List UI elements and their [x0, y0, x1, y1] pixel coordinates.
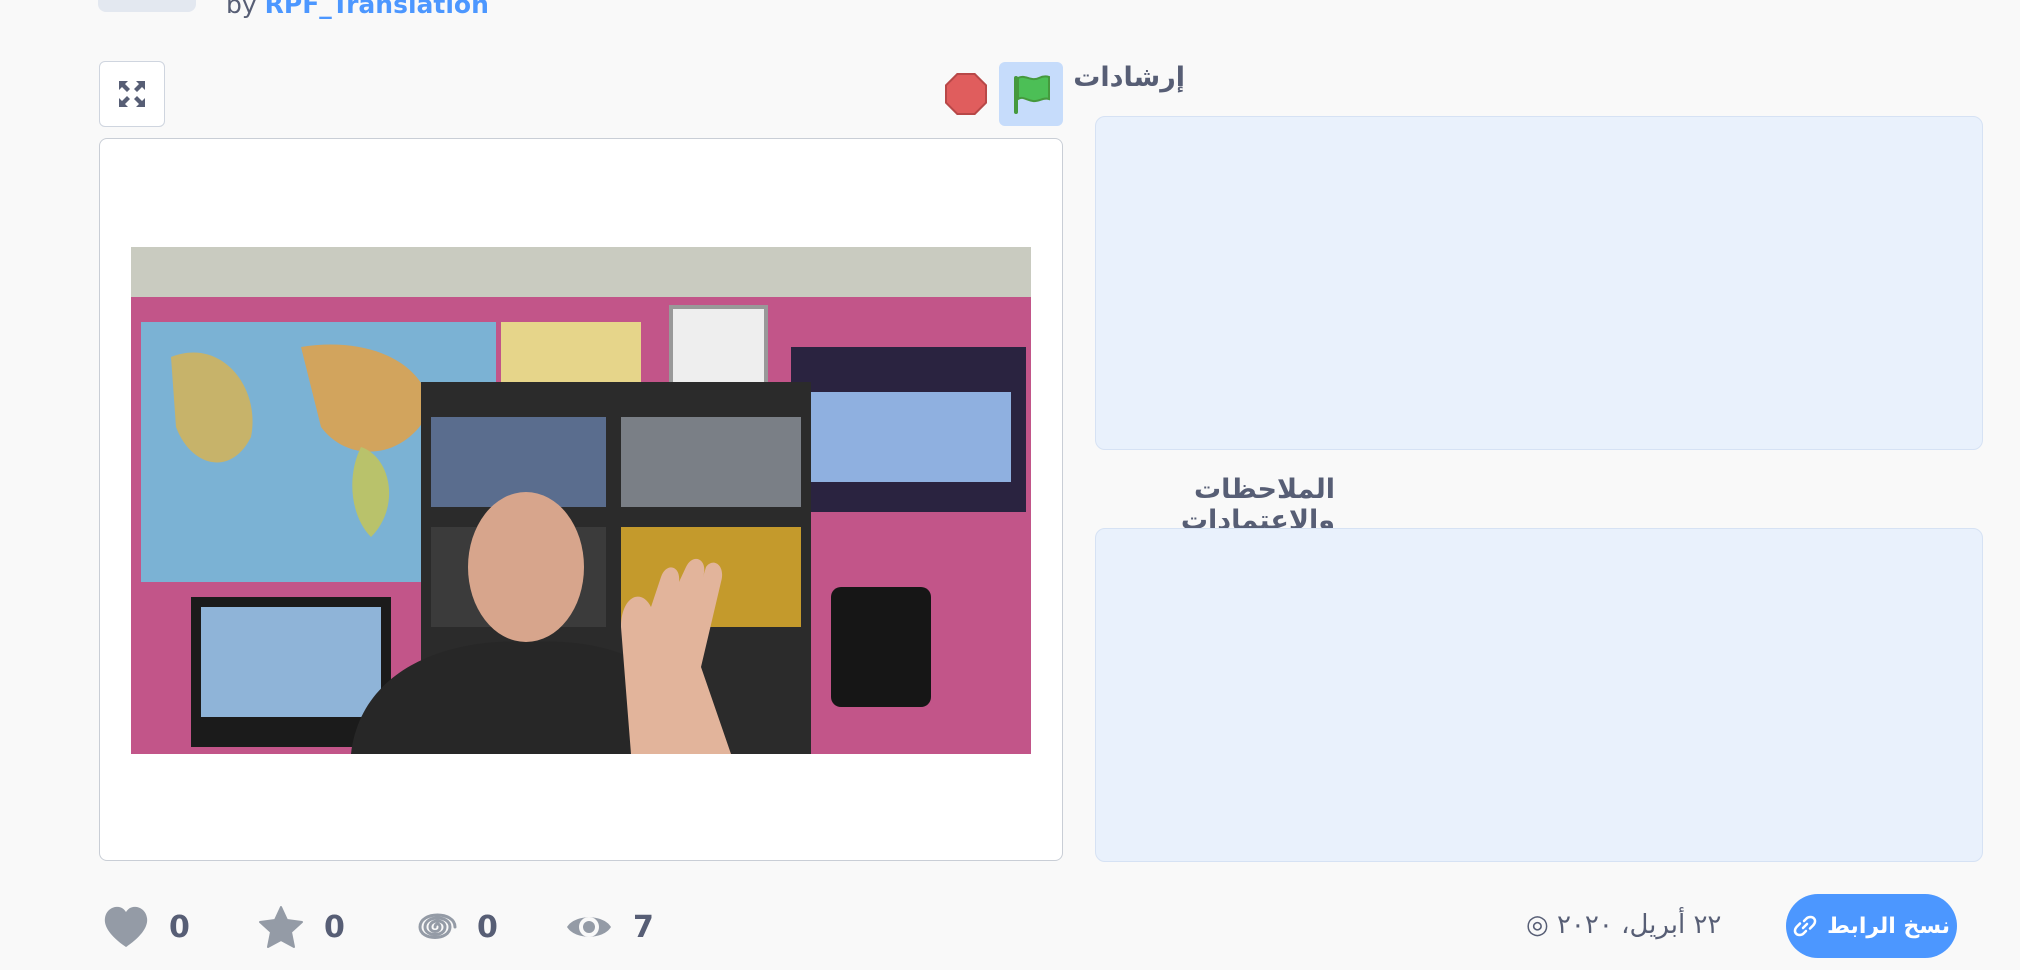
- eye-icon: [567, 917, 611, 937]
- project-stage[interactable]: [99, 138, 1063, 861]
- favorite-stat[interactable]: 0: [258, 905, 345, 949]
- green-flag-button[interactable]: [999, 62, 1063, 126]
- stop-icon: [945, 73, 987, 115]
- green-flag-icon: [1014, 75, 1050, 114]
- heart-icon: [104, 906, 148, 947]
- webcam-video-frame: [131, 247, 1031, 754]
- author-avatar[interactable]: [98, 0, 196, 12]
- love-stat[interactable]: 0: [103, 905, 190, 949]
- author-byline: by RPF_Translation: [226, 0, 489, 19]
- remix-count: 0: [477, 909, 498, 945]
- link-icon: [1793, 915, 1817, 937]
- notes-credits-box[interactable]: [1095, 528, 1983, 862]
- by-prefix: by: [226, 0, 257, 19]
- love-count: 0: [169, 909, 190, 945]
- copy-link-button[interactable]: نسخ الرابط: [1786, 894, 1957, 958]
- share-date: ٢٢ أبريل، ٢٠٢٠ ◎: [1526, 910, 1721, 940]
- views-count: 7: [633, 909, 654, 945]
- instructions-box[interactable]: [1095, 116, 1983, 450]
- instructions-label: إرشادات: [1073, 62, 1185, 93]
- star-icon: [259, 906, 303, 948]
- copy-link-label: نسخ الرابط: [1827, 913, 1951, 939]
- notes-credits-label: الملاحظات والإعتمادات: [1180, 474, 1335, 536]
- favorite-count: 0: [324, 909, 345, 945]
- author-link[interactable]: RPF_Translation: [265, 0, 489, 19]
- share-date-icon: ◎: [1526, 910, 1549, 940]
- remix-stat: 0: [413, 905, 498, 949]
- fullscreen-button[interactable]: [99, 61, 165, 127]
- stop-button[interactable]: [945, 73, 987, 115]
- views-stat: 7: [565, 905, 654, 949]
- webcam-scene: [131, 247, 1031, 754]
- date-text: ٢٢ أبريل، ٢٠٢٠: [1556, 910, 1722, 940]
- fullscreen-icon: [119, 81, 145, 107]
- remix-icon: [418, 913, 457, 939]
